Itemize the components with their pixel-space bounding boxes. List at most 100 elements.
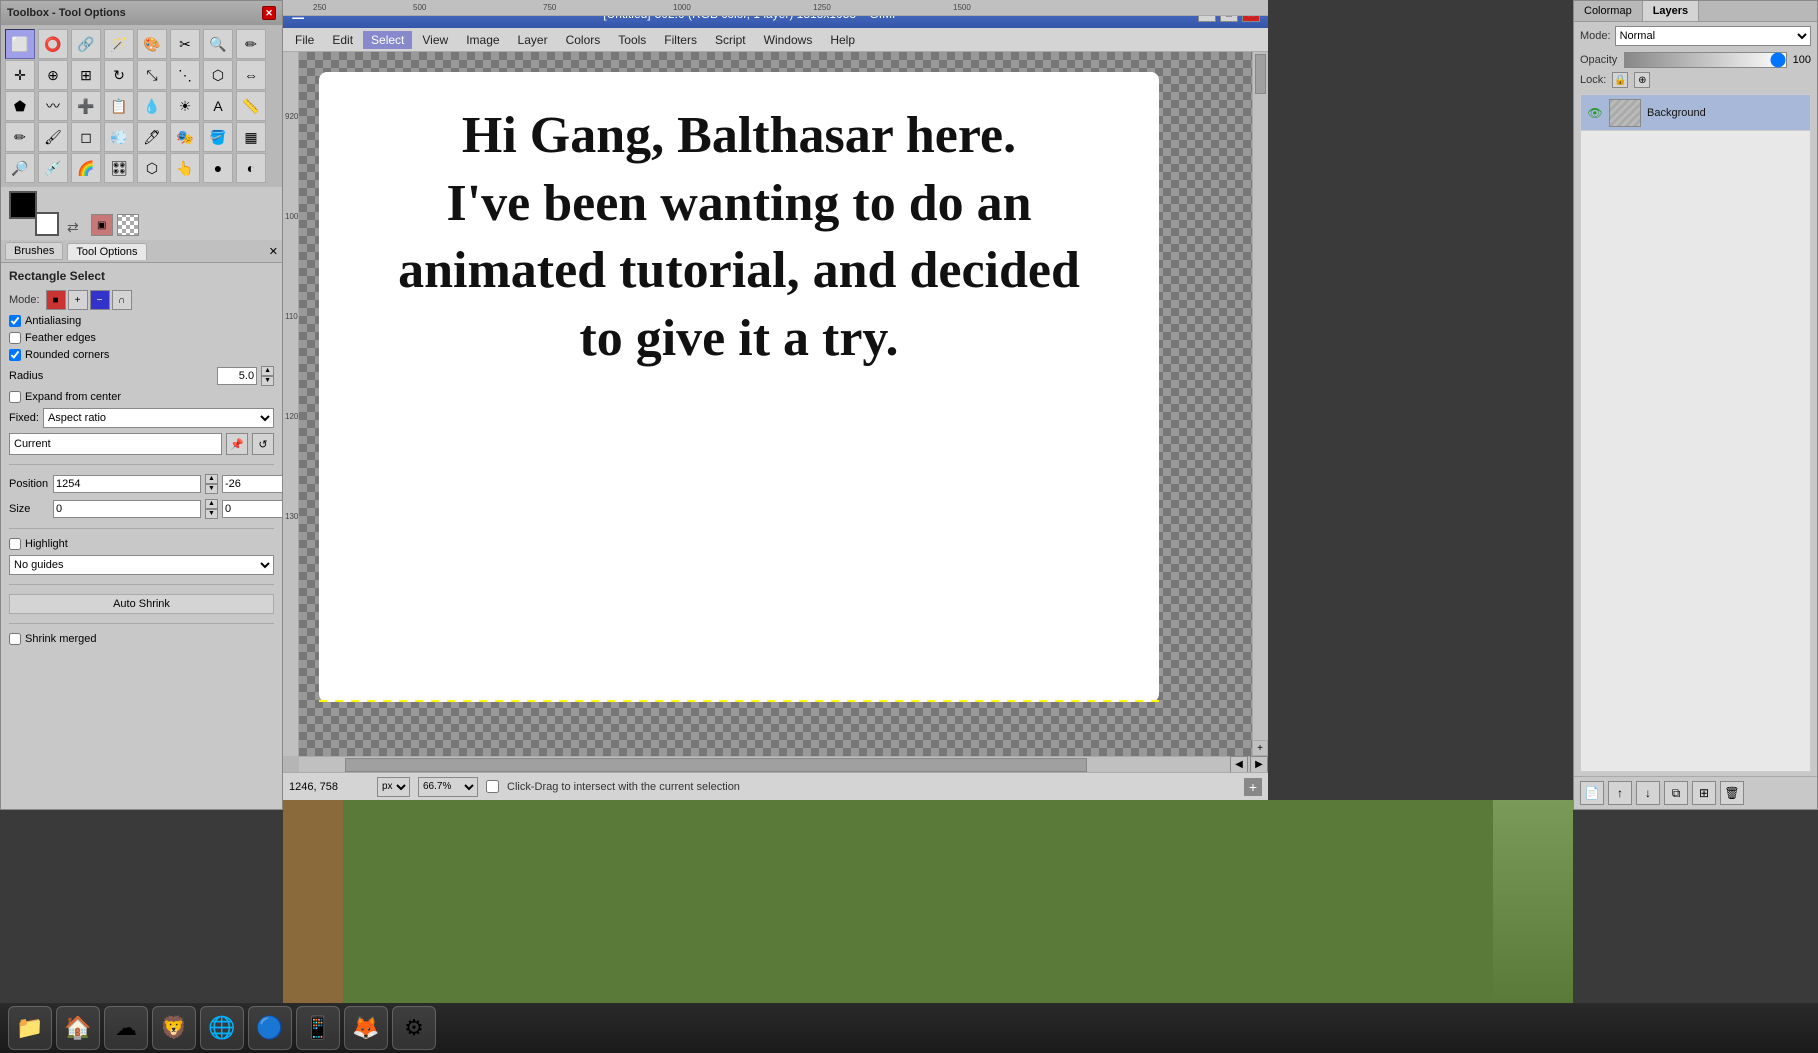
tab-tool-options[interactable]: Tool Options [67,243,146,260]
tool-paintbrush[interactable]: 🖌 [38,122,68,152]
tool-heal[interactable]: ➕ [71,91,101,121]
tool-free-select[interactable]: 🔗 [71,29,101,59]
size-w-spinner[interactable]: ▲▼ [205,499,218,519]
mode-add-btn[interactable]: + [68,290,88,310]
opacity-slider[interactable] [1624,52,1787,68]
foreground-color-swatch[interactable] [9,191,37,219]
layer-item[interactable]: 👁 Background [1581,95,1810,131]
menu-script[interactable]: Script [707,31,754,49]
rounded-checkbox[interactable] [9,349,21,361]
tool-scissors[interactable]: ✂ [170,29,200,59]
mode-replace-btn[interactable]: ■ [46,290,66,310]
swap-colors-icon[interactable]: ⇄ [67,219,79,236]
tool-scale[interactable]: ⤡ [137,60,167,90]
tool-ink[interactable]: 🖊 [137,122,167,152]
radius-input[interactable] [217,367,257,385]
vertical-scrollbar[interactable] [1252,52,1268,740]
new-layer-button[interactable]: 📄 [1580,781,1604,805]
pos-y-input[interactable] [222,475,282,493]
scroll-right-btn[interactable]: ▶ [1250,756,1268,774]
taskbar-files[interactable]: 📁 [8,1006,52,1050]
fixed-select[interactable]: Aspect ratio Width Height Size [43,408,274,428]
canvas[interactable]: Hi Gang, Balthasar here. I've been wanti… [319,72,1159,702]
menu-colors[interactable]: Colors [558,31,609,49]
tool-rect-select[interactable]: ⬜ [5,29,35,59]
tool-dodge[interactable]: ☀ [170,91,200,121]
plus-corner-btn[interactable]: + [1244,778,1262,796]
lock-pixels-btn[interactable]: 🔒 [1612,72,1628,88]
layer-visibility-icon[interactable]: 👁 [1587,105,1603,121]
tool-fill[interactable]: 🪣 [203,122,233,152]
antialiasing-checkbox[interactable] [9,315,21,327]
current-refresh-btn[interactable]: ↺ [252,433,274,455]
mode-subtract-btn[interactable]: − [90,290,110,310]
tool-fg-select[interactable]: 🔍 [203,29,233,59]
tool-burn[interactable]: ◐ [236,153,266,183]
menu-file[interactable]: File [287,31,322,49]
menu-tools[interactable]: Tools [610,31,654,49]
tool-crop[interactable]: ⊞ [71,60,101,90]
lower-layer-button[interactable]: ↓ [1636,781,1660,805]
tool-by-color[interactable]: 🎨 [137,29,167,59]
taskbar-blue[interactable]: 🔵 [248,1006,292,1050]
taskbar-browser[interactable]: 🌐 [200,1006,244,1050]
feather-checkbox[interactable] [9,332,21,344]
tool-brightness[interactable]: ⬡ [137,153,167,183]
toolbox-close-button[interactable]: ✕ [262,6,276,20]
layer-mode-select[interactable]: Normal Multiply Screen Overlay [1615,26,1811,46]
scroll-left-btn[interactable]: ◀ [1230,756,1248,774]
tool-color-picker[interactable]: 💉 [38,153,68,183]
tool-perspective[interactable]: ⬡ [203,60,233,90]
current-bookmark-btn[interactable]: 📌 [226,433,248,455]
tab-colormap[interactable]: Colormap [1574,1,1643,21]
size-w-input[interactable] [53,500,201,518]
tool-cage[interactable]: ⬟ [5,91,35,121]
expand-checkbox[interactable] [9,391,21,403]
tool-fuzzy-select[interactable]: 🪄 [104,29,134,59]
tool-move[interactable]: ✛ [5,60,35,90]
tool-paths[interactable]: ✏ [236,29,266,59]
taskbar-cloud[interactable]: ☁ [104,1006,148,1050]
tool-blur[interactable]: 💧 [137,91,167,121]
taskbar-firefox[interactable]: 🦊 [344,1006,388,1050]
tool-warp[interactable]: 〰 [38,91,68,121]
taskbar-settings[interactable]: ⚙ [392,1006,436,1050]
tool-eraser[interactable]: ◻ [71,122,101,152]
guides-select[interactable]: No guides [9,555,274,575]
auto-shrink-button[interactable]: Auto Shrink [9,594,274,614]
tool-smudge[interactable]: 👆 [170,153,200,183]
coord-unit-select[interactable]: px [377,777,410,797]
tool-mypainter[interactable]: 🎭 [170,122,200,152]
size-h-input[interactable] [222,500,282,518]
menu-filters[interactable]: Filters [656,31,705,49]
tool-align[interactable]: ⊕ [38,60,68,90]
tool-text[interactable]: A [203,91,233,121]
taskbar-phone[interactable]: 📱 [296,1006,340,1050]
menu-windows[interactable]: Windows [756,31,821,49]
menu-layer[interactable]: Layer [510,31,556,49]
quick-mask-icon[interactable]: ▣ [91,214,113,236]
tool-airbrush[interactable]: 💨 [104,122,134,152]
zoom-select[interactable]: 66.7% 50% 100% 200% [418,777,478,797]
horizontal-scrollbar[interactable]: ◀ ▶ [299,756,1268,772]
pos-x-input[interactable] [53,475,201,493]
menu-image[interactable]: Image [458,31,507,49]
background-color-swatch[interactable] [35,212,59,236]
tool-hue[interactable]: 🎛 [104,153,134,183]
tool-colorize[interactable]: 🌈 [71,153,101,183]
shrink-merged-checkbox[interactable] [9,633,21,645]
radius-up-arrow[interactable]: ▲ [261,366,274,376]
tool-rotate[interactable]: ↻ [104,60,134,90]
background-pattern-icon[interactable] [117,214,139,236]
raise-layer-button[interactable]: ↑ [1608,781,1632,805]
current-input[interactable] [9,433,222,455]
menu-select[interactable]: Select [363,31,412,49]
lock-position-btn[interactable]: ⊕ [1634,72,1650,88]
mode-intersect-btn[interactable]: ∩ [112,290,132,310]
menu-edit[interactable]: Edit [324,31,361,49]
tool-pencil[interactable]: ✏ [5,122,35,152]
duplicate-layer-button[interactable]: ⧉ [1664,781,1688,805]
tabs-close-icon[interactable]: ✕ [269,245,278,258]
tool-clone[interactable]: 📋 [104,91,134,121]
tab-layers[interactable]: Layers [1643,1,1699,21]
